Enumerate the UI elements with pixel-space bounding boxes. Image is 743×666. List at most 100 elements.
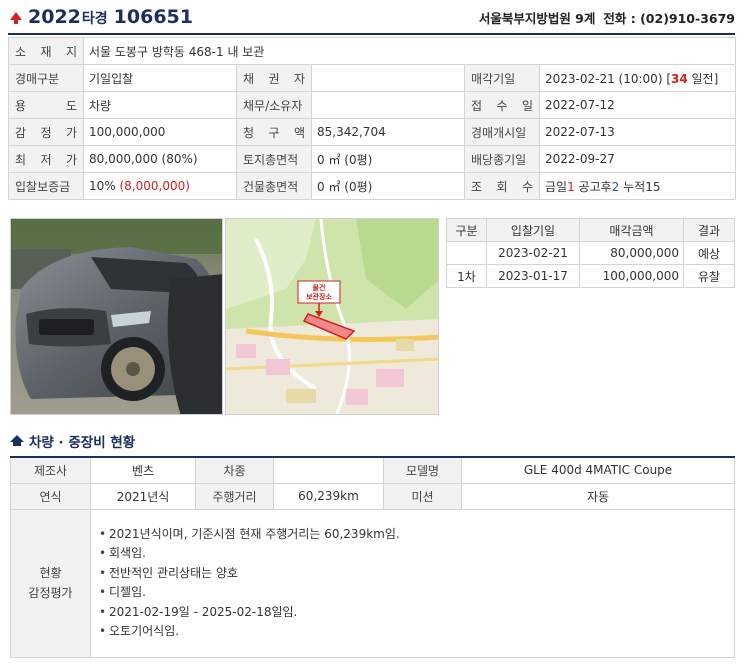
map-marker-label: 물건 [313,283,326,292]
remark-item: 오토기어식임. [99,622,726,642]
auction-type-value: 기일입찰 [83,64,237,92]
sale-date-label: 매각기일 [464,64,540,92]
remark-item: 디젤임. [99,583,726,603]
mileage-value: 60,239km [273,482,384,510]
vehicle-photo[interactable] [10,218,223,415]
remark-item: 2021-02-19일 - 2025-02-18일임. [99,603,726,623]
court-info: 서울북부지방법원 9계 전화 : (02)910-3679 [479,8,735,27]
remark-item: 회색임. [99,544,726,564]
history-header-row: 구분 입찰기일 매각금액 결과 [446,218,735,242]
history-round [446,241,487,265]
auction-type-label: 경매구분 [8,64,84,92]
received-value: 2022-07-12 [538,91,737,119]
remark-item: 전반적인 관리상태는 양호 [99,564,726,584]
dividend-date-label: 배당종기일 [464,145,540,173]
start-date-label: 경매개시일 [464,118,540,146]
history-date: 2023-02-21 [486,241,580,265]
maker-label: 제조사 [10,456,91,484]
deposit-amount: (8,000,000) [119,179,190,193]
sale-date-value: 2023-02-21 (10:00) [34 일전] [538,64,737,92]
case-title: 2022 타경 106651 [8,6,193,28]
mileage-label: 주행거리 [195,482,274,510]
land-area-label: 토지총면적 [236,145,312,173]
history-header: 결과 [683,218,735,242]
claim-label: 청 구 액 [236,118,312,146]
info-row-location: 소 재 지 서울 도봉구 방학동 468-1 내 보관 [8,37,737,65]
views-label: 조 회 수 [464,172,540,200]
history-row: 1차 2023-01-17 100,000,000 유찰 [446,264,735,288]
building-area-label: 건물총면적 [236,172,312,200]
vehicle-row: 연식 2021년식 주행거리 60,239km 미션 자동 [10,482,735,510]
deposit-value: 10% (8,000,000) [83,172,237,200]
section-title: 차량 · 중장비 현황 [10,431,135,451]
history-header: 입찰기일 [486,218,580,242]
views-value: 금일1 공고후2 누적15 [538,172,737,200]
views-today: 1 [567,179,575,194]
remark-item: 2021년식이며, 기준시점 현재 주행거리는 60,239km임. [99,525,726,545]
history-result: 예상 [683,241,735,265]
deposit-label: 입찰보증금 [8,172,84,200]
appraisal-value: 100,000,000 [83,118,237,146]
vehicle-photo-image [11,219,222,414]
dividend-date-value: 2022-09-27 [538,145,737,173]
transmission-label: 미션 [383,482,462,510]
model-label: 모델명 [383,456,462,484]
history-date: 2023-01-17 [486,264,580,288]
debtor-value [311,91,465,119]
info-row: 최 저 가 80,000,000 (80%) 토지총면적 0 ㎡ (0평) 배당… [8,145,737,173]
history-round: 1차 [446,264,487,288]
claim-value: 85,342,704 [311,118,465,146]
vehicle-type-value [273,456,384,484]
case-header: 2022 타경 106651 서울북부지방법원 9계 전화 : (02)910-… [8,4,735,30]
debtor-label: 채무/소유자 [236,91,312,119]
location-value: 서울 도봉구 방학동 468-1 내 보관 [82,37,737,65]
usage-value: 차량 [83,91,237,119]
court-phone: 전화 : (02)910-3679 [603,10,735,26]
case-year: 2022 [28,6,81,28]
transmission-value: 자동 [461,482,735,510]
court-name: 서울북부지방법원 9계 [478,10,596,26]
sale-days-count: 34 [671,71,688,86]
creditor-value [311,64,465,92]
start-date-value: 2022-07-13 [538,118,737,146]
history-result: 유찰 [683,264,735,288]
location-label: 소 재 지 [8,37,84,65]
case-type: 타경 [81,11,108,27]
info-row: 경매구분 기일입찰 채 권 자 매각기일 2023-02-21 (10:00) … [8,64,737,92]
info-row: 용 도 차량 채무/소유자 접 수 일 2022-07-12 [8,91,737,119]
year-label: 연식 [10,482,91,510]
remarks-list: 2021년식이며, 기준시점 현재 주행거리는 60,239km임. 회색임. … [99,525,726,642]
auction-history-table: 구분 입찰기일 매각금액 결과 2023-02-21 80,000,000 예상… [446,218,735,288]
model-value: GLE 400d 4MATIC Coupe [461,456,735,484]
minimum-price-label: 최 저 가 [8,145,84,173]
history-header: 구분 [446,218,487,242]
case-number: 106651 [113,6,193,28]
status-appraisal-label: 현황 감정평가 [10,508,91,658]
maker-value: 벤츠 [90,456,196,484]
received-label: 접 수 일 [464,91,540,119]
history-header: 매각금액 [579,218,684,242]
appraisal-label: 감 정 가 [8,118,84,146]
minimum-price-value: 80,000,000 (80%) [83,145,237,173]
usage-label: 용 도 [8,91,84,119]
creditor-label: 채 권 자 [236,64,312,92]
vehicle-remarks: 2021년식이며, 기준시점 현재 주행거리는 60,239km임. 회색임. … [90,508,735,658]
year-value: 2021년식 [90,482,196,510]
vehicle-row: 제조사 벤츠 차종 모델명 GLE 400d 4MATIC Coupe [10,456,735,484]
location-map[interactable]: 물건 보관장소 [225,218,439,415]
vehicle-type-label: 차종 [195,456,274,484]
section-title-text: 차량 · 중장비 현황 [29,435,136,451]
arrow-up-icon [10,12,22,24]
vehicle-remarks-row: 현황감정평가 2021년식이며, 기준시점 현재 주행거리는 60,239km임… [10,508,735,658]
case-info-table: 소 재 지 서울 도봉구 방학동 468-1 내 보관 경매구분 기일입찰 채 … [8,37,737,200]
history-amount: 100,000,000 [579,264,684,288]
map-marker-label: 보관장소 [306,292,332,301]
building-area-value: 0 ㎡ (0평) [311,172,465,200]
views-total: 15 [645,179,661,194]
land-area-value: 0 ㎡ (0평) [311,145,465,173]
location-map-image: 물건 보관장소 [226,219,438,414]
home-icon [10,435,24,447]
history-row: 2023-02-21 80,000,000 예상 [446,241,735,265]
history-amount: 80,000,000 [579,241,684,265]
info-row: 감 정 가 100,000,000 청 구 액 85,342,704 경매개시일… [8,118,737,146]
